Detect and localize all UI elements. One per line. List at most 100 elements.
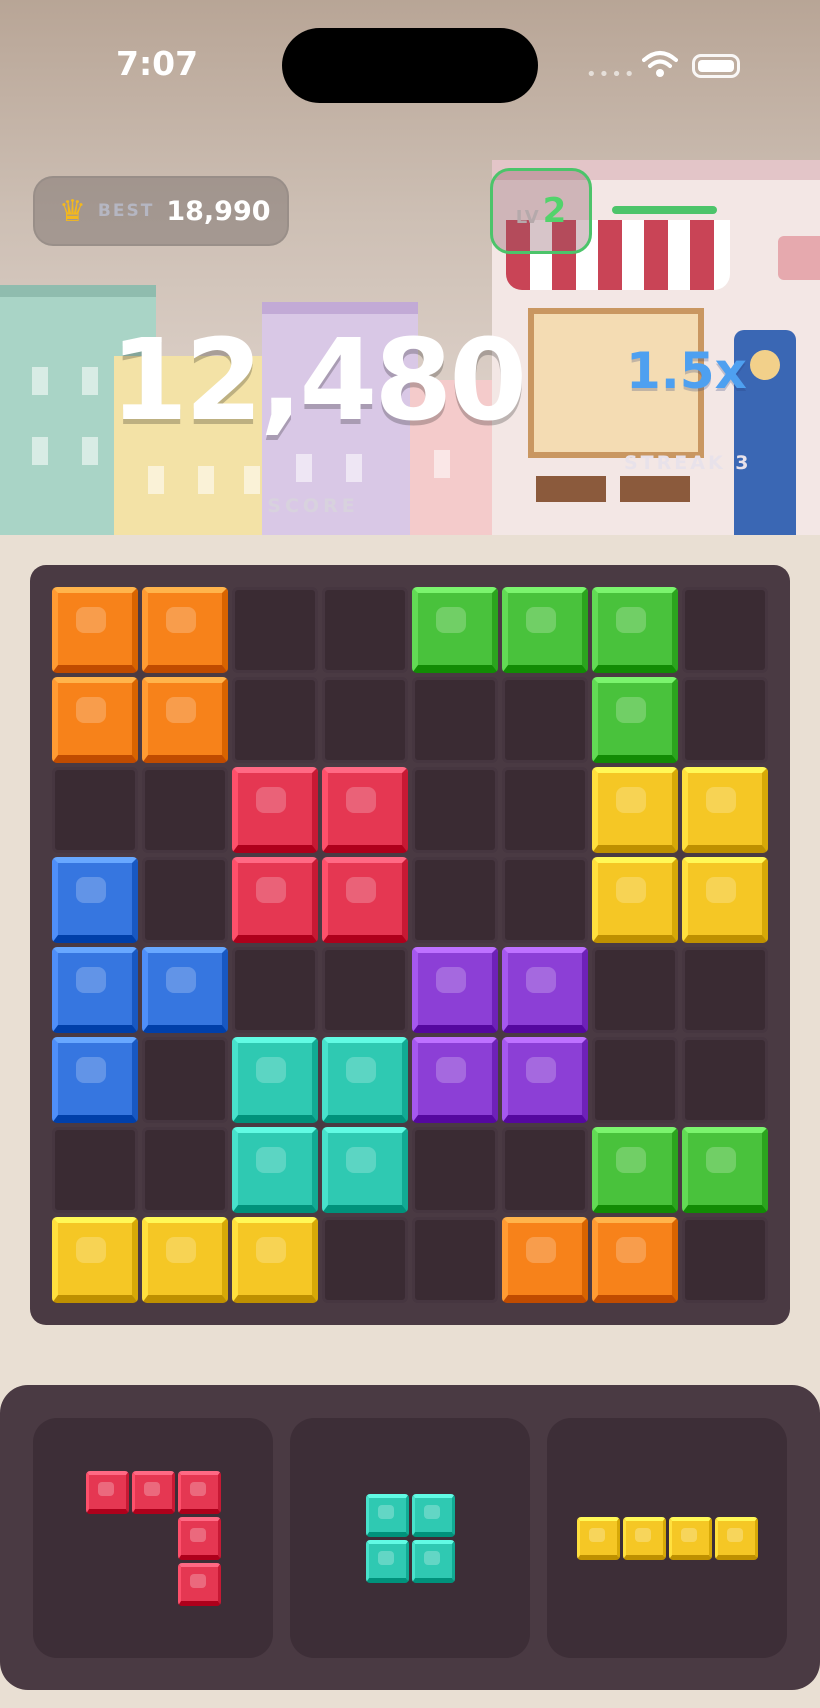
empty-cell bbox=[502, 1127, 588, 1213]
red-block bbox=[232, 857, 318, 943]
level-progress-bar bbox=[612, 206, 718, 214]
green-block bbox=[592, 677, 678, 763]
empty-cell bbox=[412, 677, 498, 763]
best-score-pill: ♛ BEST 18,990 bbox=[33, 176, 289, 246]
teal-block bbox=[232, 1037, 318, 1123]
empty-cell bbox=[52, 1127, 138, 1213]
empty-cell bbox=[232, 587, 318, 673]
empty-cell bbox=[322, 947, 408, 1033]
empty-cell bbox=[232, 677, 318, 763]
empty-cell bbox=[592, 1037, 678, 1123]
empty-cell bbox=[142, 1037, 228, 1123]
piece-slot-1[interactable] bbox=[33, 1418, 273, 1658]
empty-cell bbox=[322, 677, 408, 763]
level-value: 2 bbox=[542, 191, 567, 231]
game-board[interactable] bbox=[30, 565, 790, 1325]
empty-cell bbox=[142, 767, 228, 853]
green-block bbox=[592, 587, 678, 673]
teal-square-piece-cell[interactable] bbox=[411, 1493, 455, 1537]
purple-block bbox=[412, 947, 498, 1033]
teal-square-piece-cell[interactable] bbox=[411, 1539, 455, 1583]
empty-cell bbox=[682, 1217, 768, 1303]
status-time: 7:07 bbox=[116, 44, 199, 83]
crown-icon: ♛ bbox=[59, 193, 86, 229]
green-block bbox=[592, 1127, 678, 1213]
purple-block bbox=[502, 947, 588, 1033]
yellow-line-piece-cell[interactable] bbox=[714, 1516, 758, 1560]
blue-block bbox=[142, 947, 228, 1033]
empty-cell bbox=[592, 947, 678, 1033]
orange-block bbox=[592, 1217, 678, 1303]
green-block bbox=[682, 1127, 768, 1213]
yellow-line-piece-cell[interactable] bbox=[576, 1516, 620, 1560]
yellow-line-piece-cell[interactable] bbox=[668, 1516, 712, 1560]
empty-cell bbox=[52, 767, 138, 853]
red-j-piece-cell[interactable] bbox=[85, 1470, 129, 1514]
yellow-block bbox=[682, 857, 768, 943]
empty-cell bbox=[412, 767, 498, 853]
yellow-line-piece-cell[interactable] bbox=[622, 1516, 666, 1560]
yellow-block bbox=[142, 1217, 228, 1303]
orange-block bbox=[502, 1217, 588, 1303]
empty-cell bbox=[142, 1127, 228, 1213]
teal-block bbox=[232, 1127, 318, 1213]
red-block bbox=[322, 857, 408, 943]
empty-cell bbox=[142, 857, 228, 943]
blue-block bbox=[52, 857, 138, 943]
empty-cell bbox=[412, 1217, 498, 1303]
signal-dots-icon: •••• bbox=[586, 64, 637, 85]
red-block bbox=[232, 767, 318, 853]
yellow-block bbox=[232, 1217, 318, 1303]
empty-cell bbox=[502, 857, 588, 943]
empty-cell bbox=[682, 1037, 768, 1123]
piece-slot-3[interactable] bbox=[547, 1418, 787, 1658]
wifi-icon bbox=[642, 50, 678, 82]
teal-square-piece-cell[interactable] bbox=[365, 1539, 409, 1583]
empty-cell bbox=[502, 677, 588, 763]
empty-cell bbox=[682, 677, 768, 763]
multiplier-value: 1.5x bbox=[626, 342, 747, 400]
best-label: BEST bbox=[97, 201, 155, 221]
teal-block bbox=[322, 1127, 408, 1213]
teal-square-piece-cell[interactable] bbox=[365, 1493, 409, 1537]
score-value: 12,480 bbox=[110, 316, 527, 446]
piece-slot-2[interactable] bbox=[290, 1418, 530, 1658]
red-j-piece-cell[interactable] bbox=[177, 1562, 221, 1606]
empty-cell bbox=[322, 587, 408, 673]
green-block bbox=[412, 587, 498, 673]
dynamic-island bbox=[282, 28, 538, 103]
best-value: 18,990 bbox=[166, 195, 271, 227]
red-j-piece-cell[interactable] bbox=[177, 1516, 221, 1560]
purple-block bbox=[412, 1037, 498, 1123]
level-label: LV bbox=[515, 206, 539, 228]
empty-cell bbox=[232, 947, 318, 1033]
yellow-block bbox=[592, 857, 678, 943]
teal-block bbox=[322, 1037, 408, 1123]
green-block bbox=[502, 587, 588, 673]
purple-block bbox=[502, 1037, 588, 1123]
orange-block bbox=[52, 677, 138, 763]
red-j-piece-cell[interactable] bbox=[131, 1470, 175, 1514]
battery-icon bbox=[692, 54, 740, 78]
empty-cell bbox=[682, 587, 768, 673]
empty-cell bbox=[412, 1127, 498, 1213]
blue-block bbox=[52, 947, 138, 1033]
empty-cell bbox=[502, 767, 588, 853]
yellow-block bbox=[682, 767, 768, 853]
orange-block bbox=[142, 587, 228, 673]
streak-label: STREAK 3 bbox=[624, 452, 752, 474]
orange-block bbox=[52, 587, 138, 673]
hanging-sign bbox=[778, 236, 820, 280]
piece-tray bbox=[0, 1385, 820, 1690]
orange-block bbox=[142, 677, 228, 763]
empty-cell bbox=[412, 857, 498, 943]
empty-cell bbox=[682, 947, 768, 1033]
red-j-piece-cell[interactable] bbox=[177, 1470, 221, 1514]
blue-block bbox=[52, 1037, 138, 1123]
score-label: SCORE bbox=[267, 495, 359, 517]
yellow-block bbox=[52, 1217, 138, 1303]
yellow-block bbox=[592, 767, 678, 853]
level-badge: LV 2 bbox=[490, 168, 592, 254]
red-block bbox=[322, 767, 408, 853]
empty-cell bbox=[322, 1217, 408, 1303]
